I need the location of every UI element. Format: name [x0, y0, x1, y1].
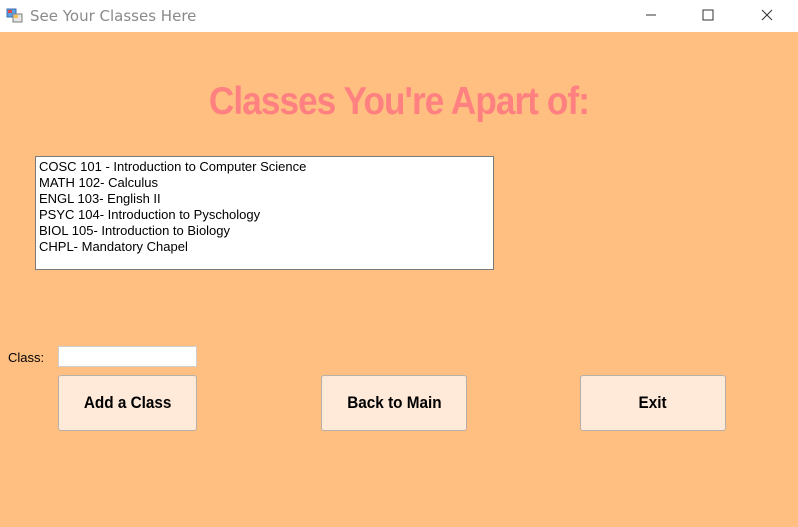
exit-button[interactable]: Exit: [580, 375, 726, 431]
back-to-main-button-label: Back to Main: [346, 393, 442, 412]
class-field-label: Class:: [8, 350, 45, 365]
page-heading: Classes You're Apart of:: [208, 80, 590, 123]
list-item[interactable]: PSYC 104- Introduction to Pyschology: [39, 207, 490, 223]
add-class-button[interactable]: Add a Class: [58, 375, 197, 431]
maximize-button[interactable]: [685, 0, 731, 30]
title-bar: See Your Classes Here: [0, 0, 798, 32]
list-item[interactable]: CHPL- Mandatory Chapel: [39, 239, 490, 255]
minimize-icon: [646, 14, 656, 16]
list-item[interactable]: ENGL 103- English II: [39, 191, 490, 207]
close-button[interactable]: [744, 0, 790, 30]
maximize-icon: [702, 9, 714, 21]
list-item[interactable]: COSC 101 - Introduction to Computer Scie…: [39, 159, 490, 175]
add-class-button-label: Add a Class: [83, 393, 172, 412]
app-icon: [6, 7, 23, 24]
window-title: See Your Classes Here: [30, 7, 197, 25]
class-input[interactable]: [58, 346, 197, 367]
classes-listbox[interactable]: COSC 101 - Introduction to Computer Scie…: [35, 156, 494, 270]
exit-button-label: Exit: [638, 393, 668, 412]
list-item[interactable]: MATH 102- Calculus: [39, 175, 490, 191]
app-window: See Your Classes Here Classes You're Apa…: [0, 0, 798, 527]
back-to-main-button[interactable]: Back to Main: [321, 375, 467, 431]
close-icon: [761, 9, 773, 21]
list-item[interactable]: BIOL 105- Introduction to Biology: [39, 223, 490, 239]
minimize-button[interactable]: [628, 0, 674, 30]
